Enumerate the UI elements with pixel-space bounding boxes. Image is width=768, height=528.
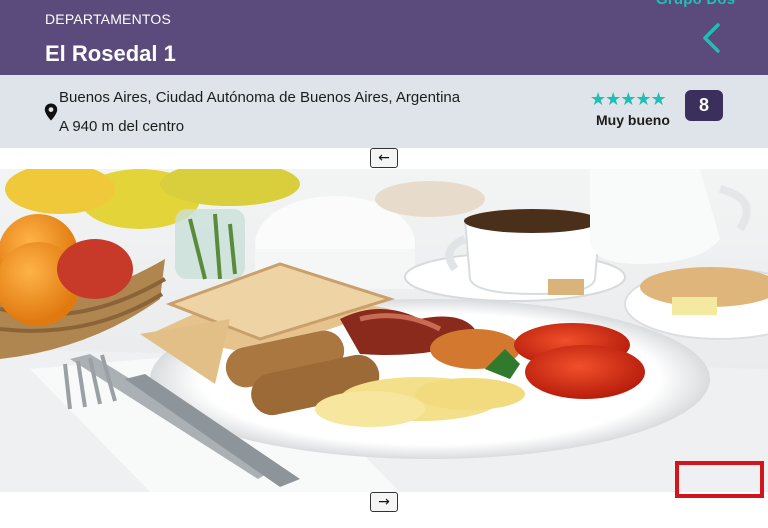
listing-photo xyxy=(0,169,768,492)
category-label: DEPARTAMENTOS xyxy=(45,11,172,27)
highlight-box xyxy=(675,461,764,498)
back-button[interactable] xyxy=(696,20,732,56)
star-rating: ★★★★★ xyxy=(590,89,667,109)
logo-text: Grupo Dos xyxy=(656,0,735,8)
distance-from-center: A 940 m del centro xyxy=(59,118,185,135)
previous-image-button[interactable]: ← xyxy=(370,148,398,168)
chevron-left-icon xyxy=(703,23,720,53)
next-image-button[interactable]: → xyxy=(370,492,398,512)
header: Grupo Dos DEPARTAMENTOS El Rosedal 1 xyxy=(0,0,768,75)
page-title: El Rosedal 1 xyxy=(45,41,176,66)
map-pin-icon xyxy=(44,103,58,121)
rating-label: Muy bueno xyxy=(596,112,670,128)
breakfast-photo xyxy=(0,169,768,492)
score-badge: 8 xyxy=(685,90,723,121)
info-band: Buenos Aires, Ciudad Autónoma de Buenos … xyxy=(0,75,768,148)
address: Buenos Aires, Ciudad Autónoma de Buenos … xyxy=(59,89,461,106)
product-page: Grupo Dos DEPARTAMENTOS El Rosedal 1 Bue… xyxy=(0,0,768,528)
